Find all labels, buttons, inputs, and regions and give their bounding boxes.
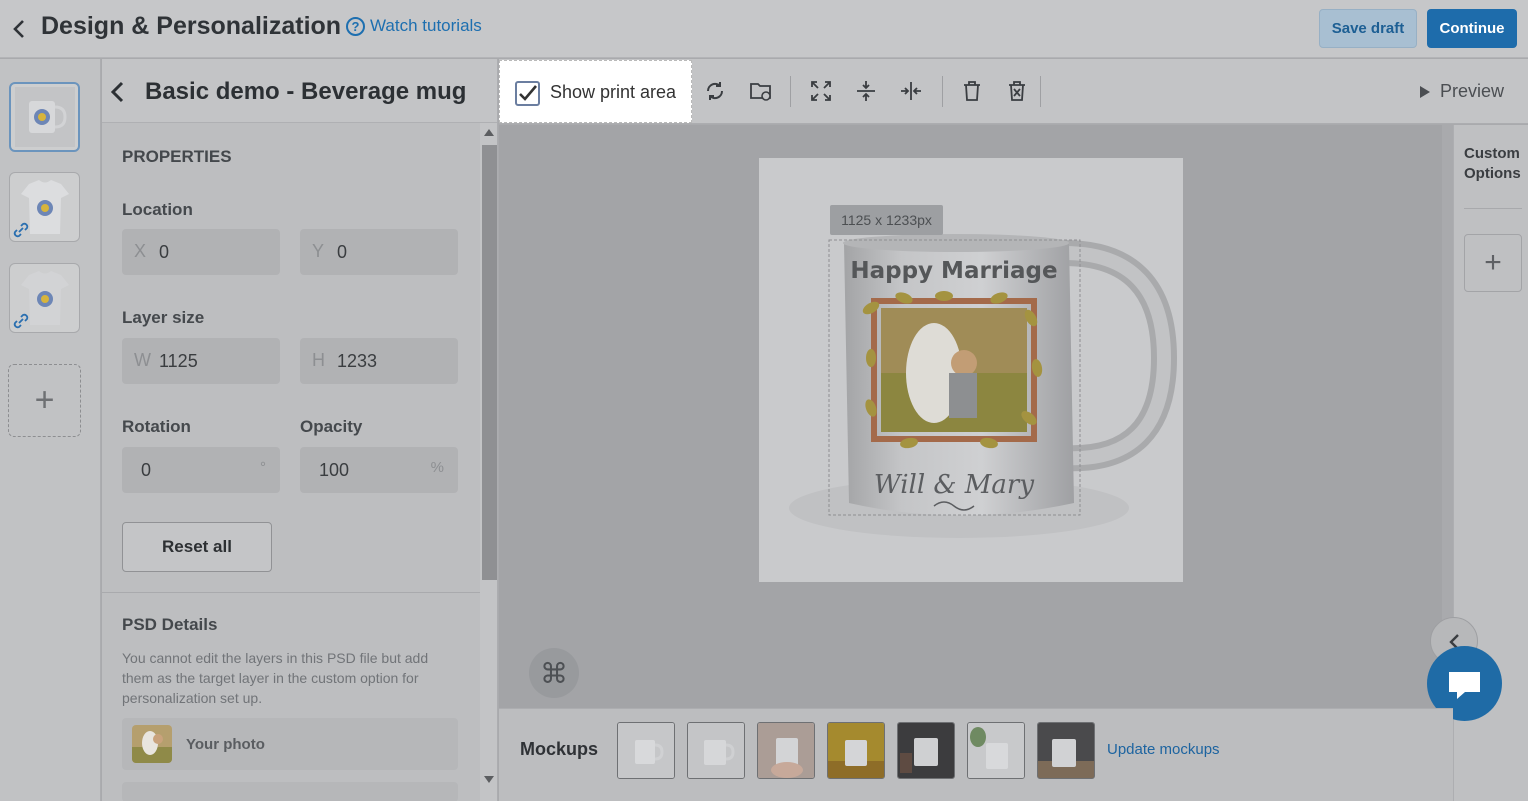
toolbar-separator bbox=[790, 76, 791, 107]
page-title: Design & Personalization bbox=[41, 12, 342, 40]
mug-image bbox=[14, 87, 75, 147]
y-field[interactable]: Y 0 bbox=[300, 229, 458, 275]
properties-panel: Basic demo - Beverage mug PROPERTIES Loc… bbox=[102, 59, 498, 801]
align-vertical-center-icon[interactable] bbox=[854, 79, 878, 103]
section-divider bbox=[102, 592, 480, 593]
preview-label: Preview bbox=[1440, 81, 1505, 101]
command-shortcut-button[interactable]: ⌘ bbox=[529, 648, 579, 698]
y-value: 0 bbox=[337, 242, 348, 262]
opacity-field[interactable]: 100 % bbox=[300, 447, 458, 493]
link-icon bbox=[13, 222, 29, 238]
mockup-plain-left[interactable] bbox=[617, 722, 675, 779]
mockups-bar: Mockups Update mockups bbox=[499, 708, 1453, 801]
chevron-left-icon[interactable] bbox=[108, 79, 126, 105]
expand-icon[interactable] bbox=[809, 79, 833, 103]
toolbar-separator bbox=[942, 76, 943, 107]
layer-size-label: Layer size bbox=[122, 308, 205, 327]
dimension-badge: 1125 x 1233px bbox=[830, 205, 943, 235]
layer-name: Your photo bbox=[186, 736, 265, 753]
mockup-yellow-table[interactable] bbox=[827, 722, 885, 779]
design-canvas[interactable]: Happy Marriage Will & Mary 1125 x 1233px… bbox=[499, 125, 1442, 708]
mug-names: Will & Mary bbox=[874, 470, 1034, 500]
mockup-dark-scene[interactable] bbox=[897, 722, 955, 779]
play-icon bbox=[1420, 85, 1430, 98]
delete-icon[interactable] bbox=[960, 79, 984, 103]
mug-mockup-image: Happy Marriage Will & Mary bbox=[789, 234, 1178, 538]
scroll-up-arrow-icon[interactable] bbox=[484, 129, 494, 136]
clear-layer-icon[interactable] bbox=[1005, 79, 1029, 103]
y-prefix: Y bbox=[312, 241, 325, 261]
psd-details-heading: PSD Details bbox=[122, 615, 218, 634]
custom-options-line1: Custom bbox=[1464, 145, 1520, 162]
custom-options-divider bbox=[1464, 208, 1522, 209]
watch-tutorials-label: Watch tutorials bbox=[370, 16, 482, 35]
rotation-label: Rotation bbox=[122, 417, 191, 436]
scroll-down-arrow-icon[interactable] bbox=[484, 776, 494, 783]
tshirt-gray-thumbnail[interactable] bbox=[9, 263, 80, 333]
watch-tutorials-link[interactable]: ? Watch tutorials bbox=[346, 16, 482, 36]
link-icon bbox=[13, 313, 29, 329]
w-prefix: W bbox=[134, 350, 151, 370]
panel-header: Basic demo - Beverage mug bbox=[102, 59, 497, 123]
x-value: 0 bbox=[159, 242, 170, 262]
mockup-table-setting[interactable] bbox=[1037, 722, 1095, 779]
continue-button[interactable]: Continue bbox=[1427, 9, 1517, 48]
show-print-area-toggle[interactable]: Show print area bbox=[499, 60, 692, 123]
degree-unit: ° bbox=[260, 459, 266, 476]
artboard: Happy Marriage Will & Mary bbox=[759, 158, 1183, 582]
h-value: 1233 bbox=[337, 351, 378, 371]
product-title: Basic demo - Beverage mug bbox=[145, 78, 467, 105]
product-thumbnail-column: + bbox=[0, 59, 101, 801]
rotate-icon[interactable] bbox=[703, 79, 727, 103]
width-field[interactable]: W 1125 bbox=[122, 338, 280, 384]
h-prefix: H bbox=[312, 350, 325, 370]
mockup-hand-held[interactable] bbox=[757, 722, 815, 779]
checkmark-icon bbox=[519, 85, 537, 101]
custom-options-heading: Custom Options bbox=[1464, 144, 1521, 184]
layer-thumbnail bbox=[132, 725, 172, 763]
toolbar-separator bbox=[1040, 76, 1041, 107]
opacity-value: 100 bbox=[319, 460, 350, 480]
command-icon: ⌘ bbox=[540, 657, 568, 689]
mug-thumbnail[interactable] bbox=[9, 82, 80, 152]
show-print-area-label: Show print area bbox=[550, 82, 677, 102]
scrollbar-thumb[interactable] bbox=[482, 145, 497, 580]
opacity-label: Opacity bbox=[300, 417, 363, 436]
preview-button[interactable]: Preview bbox=[1420, 81, 1504, 102]
psd-layer-item-partial[interactable] bbox=[122, 782, 458, 801]
mockup-plain-right[interactable] bbox=[687, 722, 745, 779]
add-custom-option-button[interactable]: + bbox=[1464, 234, 1522, 292]
replace-folder-icon[interactable] bbox=[749, 79, 773, 103]
mockup-plant[interactable] bbox=[967, 722, 1025, 779]
psd-layer-item[interactable]: Your photo bbox=[122, 718, 458, 770]
custom-options-line2: Options bbox=[1464, 165, 1521, 182]
plus-icon: + bbox=[34, 381, 55, 419]
reset-all-button[interactable]: Reset all bbox=[122, 522, 272, 572]
add-product-button[interactable]: + bbox=[8, 364, 81, 437]
w-value: 1125 bbox=[159, 351, 198, 371]
x-field[interactable]: X 0 bbox=[122, 229, 280, 275]
back-arrow-icon[interactable] bbox=[10, 17, 30, 41]
location-label: Location bbox=[122, 200, 193, 219]
help-circle-icon: ? bbox=[346, 16, 365, 36]
align-horizontal-center-icon[interactable] bbox=[899, 79, 923, 103]
tshirt-white-thumbnail[interactable] bbox=[9, 172, 80, 242]
top-header: Design & Personalization ? Watch tutoria… bbox=[0, 0, 1528, 58]
properties-heading: PROPERTIES bbox=[122, 147, 232, 166]
mockups-label: Mockups bbox=[520, 739, 599, 759]
mug-heading: Happy Marriage bbox=[850, 258, 1057, 284]
rotation-field[interactable]: 0 ° bbox=[122, 447, 280, 493]
save-draft-button[interactable]: Save draft bbox=[1319, 9, 1417, 48]
plus-icon: + bbox=[1484, 246, 1502, 279]
x-prefix: X bbox=[134, 241, 147, 261]
rotation-value: 0 bbox=[141, 460, 152, 480]
update-mockups-link[interactable]: Update mockups bbox=[1107, 741, 1220, 758]
psd-description: You cannot edit the layers in this PSD f… bbox=[122, 650, 429, 706]
percent-unit: % bbox=[430, 459, 444, 476]
editor-toolbar: Show print area Preview bbox=[499, 59, 1528, 124]
height-field[interactable]: H 1233 bbox=[300, 338, 458, 384]
print-area-checkbox[interactable] bbox=[515, 81, 540, 106]
